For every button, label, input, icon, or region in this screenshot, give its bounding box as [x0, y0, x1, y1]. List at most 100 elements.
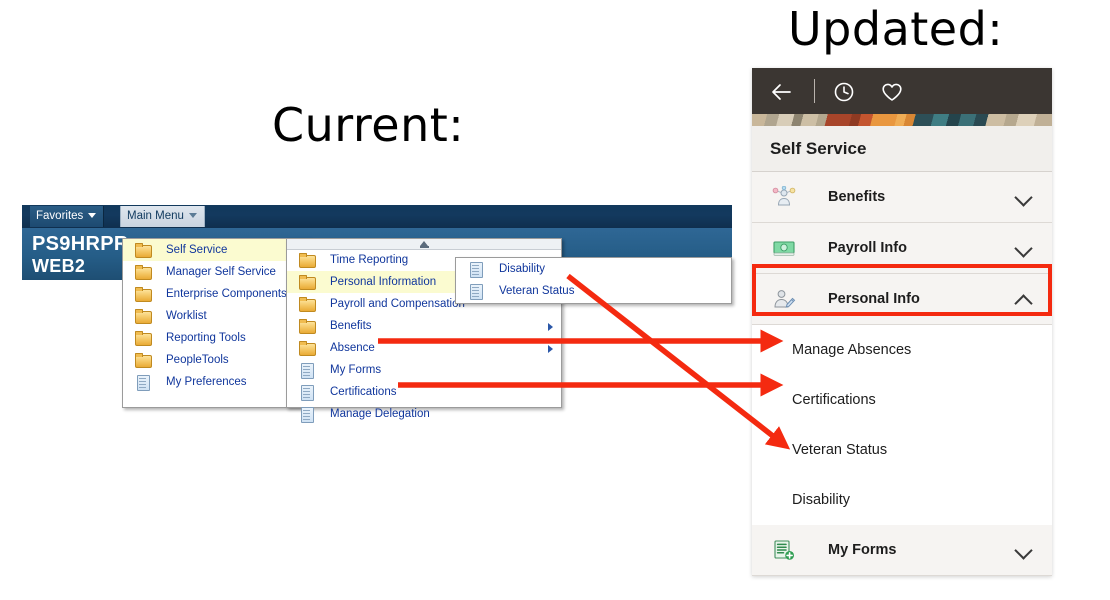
menu-item[interactable]: My Preferences	[123, 371, 309, 393]
classic-nav-bar: Favorites Main Menu	[22, 205, 732, 228]
document-icon	[299, 385, 315, 401]
folder-icon	[135, 353, 152, 368]
menu-item-label: Absence	[330, 342, 375, 354]
folder-icon	[135, 287, 152, 302]
forms-icon	[772, 539, 796, 561]
fluid-group-row[interactable]: Benefits	[752, 172, 1052, 223]
document-icon	[468, 284, 484, 300]
fluid-menu-list: Benefits Payroll Info Personal Info Manage …	[752, 172, 1052, 576]
menu-item[interactable]: Reporting Tools	[123, 327, 309, 349]
document-icon	[135, 375, 151, 391]
menu-item-label: PeopleTools	[166, 354, 229, 366]
fluid-row-label: Payroll Info	[828, 240, 907, 256]
chevron-down-icon[interactable]	[1014, 541, 1033, 560]
menu-item-label: Self Service	[166, 244, 228, 256]
environment-label: PS9HRPR WEB2	[32, 233, 129, 277]
menu-item-label: Disability	[499, 263, 546, 275]
document-icon	[299, 407, 315, 423]
menu-item-label: Personal Information	[330, 276, 437, 288]
heart-icon[interactable]	[880, 80, 904, 104]
folder-icon	[135, 331, 152, 346]
folder-icon	[135, 243, 152, 258]
submenu-arrow-icon	[548, 345, 553, 353]
menu-item[interactable]: Self Service	[123, 239, 309, 261]
menu-item-label: My Forms	[330, 364, 382, 376]
main-menu-panel-level1: Self Service Manager Self Service Enterpri…	[122, 238, 310, 408]
menu-item[interactable]: Certifications	[287, 381, 561, 403]
folder-icon	[135, 265, 152, 280]
folder-icon	[299, 253, 316, 268]
fluid-sub-row[interactable]: Disability	[752, 475, 1052, 525]
page-title-current: Current:	[272, 98, 465, 152]
fluid-group-row[interactable]: Personal Info	[752, 274, 1052, 325]
menu-item[interactable]: Benefits	[287, 315, 561, 337]
document-icon	[299, 363, 315, 379]
fluid-row-label: Disability	[792, 492, 851, 508]
document-icon	[468, 262, 484, 278]
folder-icon	[299, 275, 316, 290]
classic-peoplesoft-screenshot: Favorites Main Menu PS9HRPR WEB2 Self Se…	[22, 205, 732, 423]
favorites-label: Favorites	[36, 210, 84, 222]
menu-item[interactable]: Manage Delegation	[287, 403, 561, 425]
chevron-down-icon[interactable]	[1014, 188, 1033, 207]
menu-item[interactable]: Disability	[456, 258, 731, 280]
fluid-row-label: Benefits	[828, 189, 886, 205]
page-title-updated: Updated:	[788, 2, 1004, 56]
chevron-down-icon	[188, 213, 197, 219]
clock-icon[interactable]	[832, 80, 856, 104]
chevron-down-icon	[88, 213, 97, 219]
folder-icon	[299, 319, 316, 334]
menu-item-label: Manager Self Service	[166, 266, 276, 278]
menu-item[interactable]: Manager Self Service	[123, 261, 309, 283]
fluid-panel-title: Self Service	[752, 126, 1052, 172]
environment-line2: WEB2	[32, 256, 86, 276]
menu-item-label: Worklist	[166, 310, 207, 322]
fluid-row-label: Veteran Status	[792, 442, 888, 458]
fluid-group-row[interactable]: My Forms	[752, 525, 1052, 576]
fluid-row-label: My Forms	[828, 542, 897, 558]
folder-icon	[135, 309, 152, 324]
main-menu-panel-level3: Disability Veteran Status	[455, 257, 732, 304]
menu-item-label: Enterprise Components	[166, 288, 287, 300]
menu-item[interactable]: Worklist	[123, 305, 309, 327]
person-edit-icon	[772, 288, 796, 310]
fluid-self-service-panel: Self Service Benefits Payroll Info Persona…	[752, 68, 1052, 576]
menu-item-label: Time Reporting	[330, 254, 409, 266]
menu-item-label: Veteran Status	[499, 285, 575, 297]
fluid-row-label: Manage Absences	[792, 342, 912, 358]
chevron-down-icon[interactable]	[1014, 239, 1033, 258]
benefits-icon	[772, 185, 796, 208]
menu-item[interactable]: Veteran Status	[456, 280, 731, 302]
fluid-sub-row[interactable]: Veteran Status	[752, 425, 1052, 475]
fluid-toolbar	[752, 68, 1052, 114]
environment-line1: PS9HRPR	[32, 233, 129, 255]
menu-item[interactable]: PeopleTools	[123, 349, 309, 371]
fluid-group-row[interactable]: Payroll Info	[752, 223, 1052, 274]
decorative-image-strip	[752, 114, 1052, 126]
menu-item-label: Payroll and Compensation	[330, 298, 465, 310]
submenu-arrow-icon	[548, 323, 553, 331]
menu-item[interactable]: Absence	[287, 337, 561, 359]
menu-item-label: Manage Delegation	[330, 408, 430, 420]
menu-item[interactable]: My Forms	[287, 359, 561, 381]
menu-item-label: Certifications	[330, 386, 397, 398]
chevron-up-icon[interactable]	[1014, 294, 1033, 313]
folder-icon	[299, 297, 316, 312]
main-menu-list-level3: Disability Veteran Status	[456, 258, 731, 302]
main-menu-list-level1: Self Service Manager Self Service Enterpri…	[123, 239, 309, 393]
fluid-sub-row[interactable]: Manage Absences	[752, 325, 1052, 375]
favorites-menu-tab[interactable]: Favorites	[30, 206, 105, 227]
menu-item-label: Reporting Tools	[166, 332, 246, 344]
fluid-sub-row[interactable]: Certifications	[752, 375, 1052, 425]
menu-item-label: Benefits	[330, 320, 372, 332]
menu-item-label: My Preferences	[166, 376, 247, 388]
menu-item[interactable]: Enterprise Components	[123, 283, 309, 305]
money-icon	[772, 237, 796, 259]
main-menu-label: Main Menu	[127, 210, 184, 222]
folder-icon	[299, 341, 316, 356]
main-menu-tab[interactable]: Main Menu	[120, 206, 205, 227]
toolbar-divider	[814, 79, 815, 103]
back-arrow-icon[interactable]	[770, 80, 794, 104]
fluid-row-label: Personal Info	[828, 291, 920, 307]
fluid-row-label: Certifications	[792, 392, 876, 408]
